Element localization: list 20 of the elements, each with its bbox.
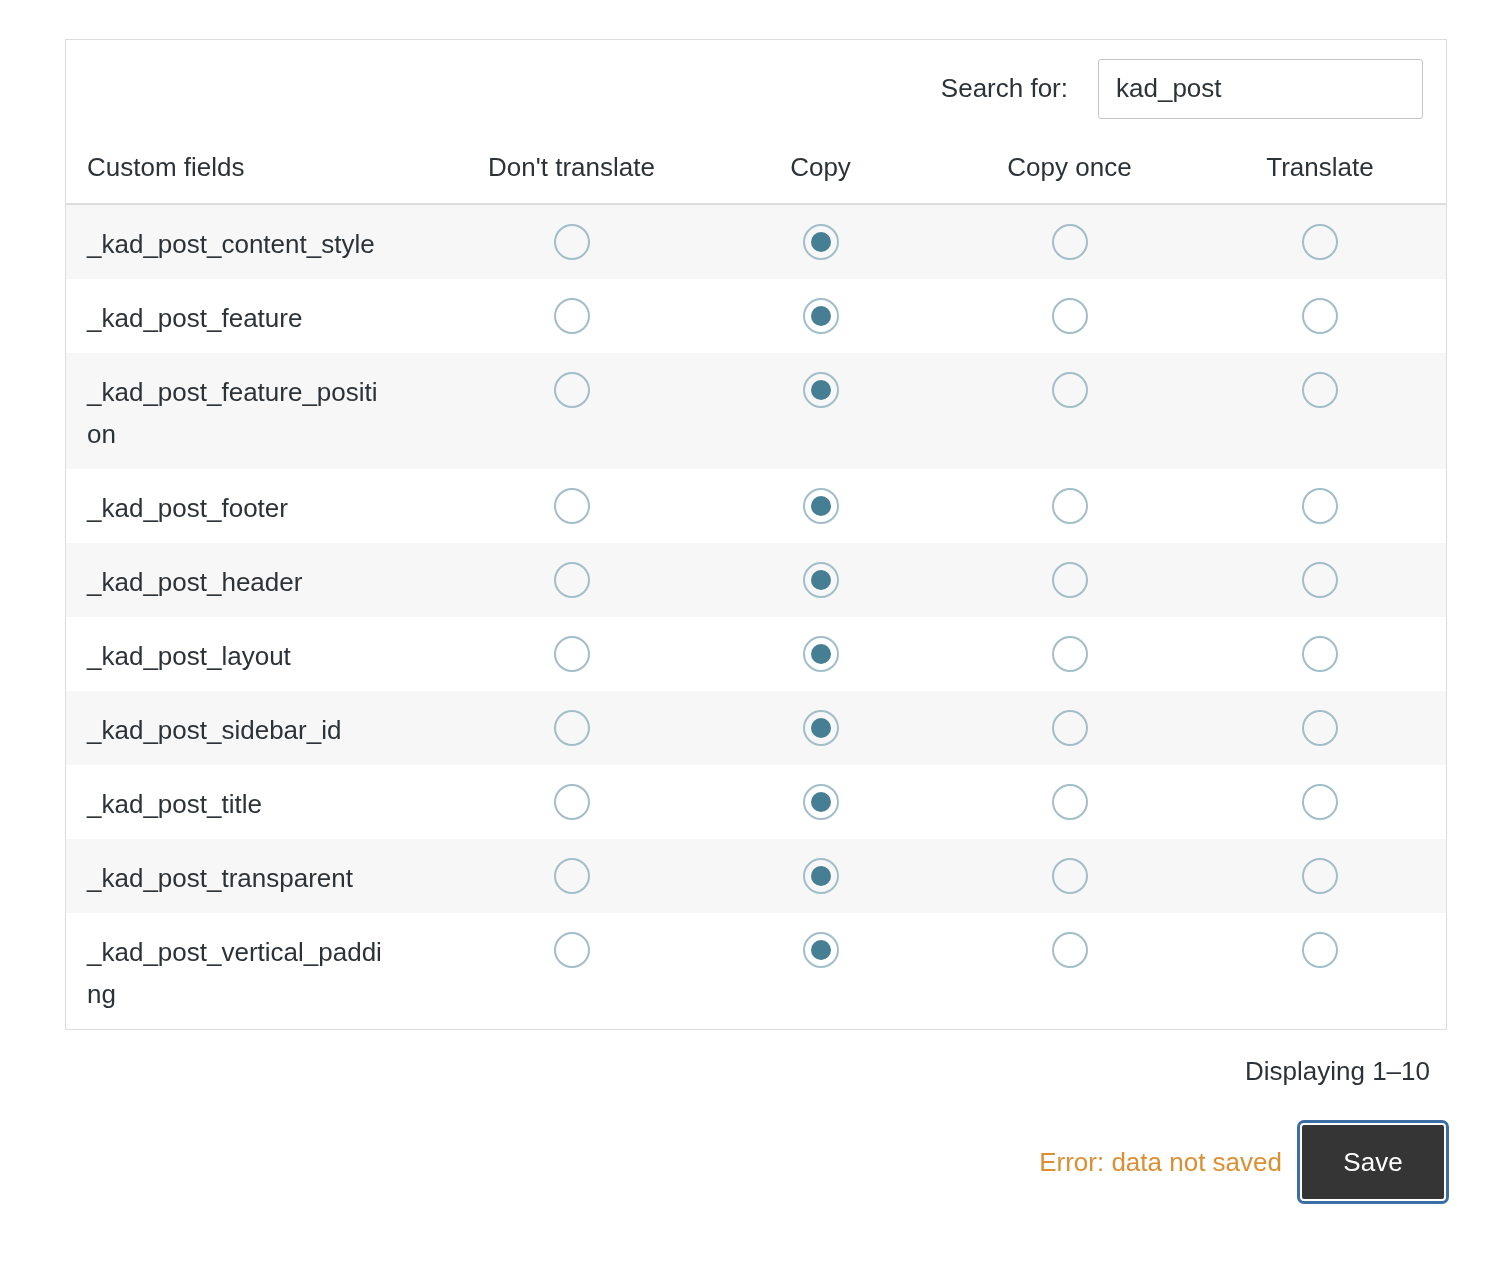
pagination-text: Displaying 1–10	[1245, 1056, 1430, 1087]
column-header: Translate	[1266, 152, 1374, 182]
column-header: Copy	[790, 152, 851, 182]
field-name: _kad_post_footer	[87, 492, 289, 525]
field-name: _kad_post_title	[87, 788, 263, 821]
field-name: _kad_post_feature_position	[87, 376, 379, 451]
field-name: _kad_post_layout	[87, 640, 292, 673]
column-header: Don't translate	[488, 152, 655, 182]
field-name: _kad_post_sidebar_id	[87, 714, 343, 747]
search-field[interactable]: kad_post	[1098, 58, 1423, 119]
save-button[interactable]: Save	[1300, 1123, 1446, 1201]
field-name: _kad_post_feature	[87, 302, 304, 335]
field-name: _kad_post_vertical_padding	[87, 936, 383, 1011]
column-header: Custom fields	[87, 152, 245, 182]
field-name: _kad_post_transparent	[87, 862, 354, 895]
column-header: Copy once	[1007, 152, 1132, 182]
field-name: _kad_post_header	[87, 566, 304, 599]
field-name: _kad_post_content_style	[87, 228, 376, 261]
search-label: Search for:	[940, 73, 1068, 104]
error-message: Error: data not saved	[1039, 1146, 1282, 1178]
